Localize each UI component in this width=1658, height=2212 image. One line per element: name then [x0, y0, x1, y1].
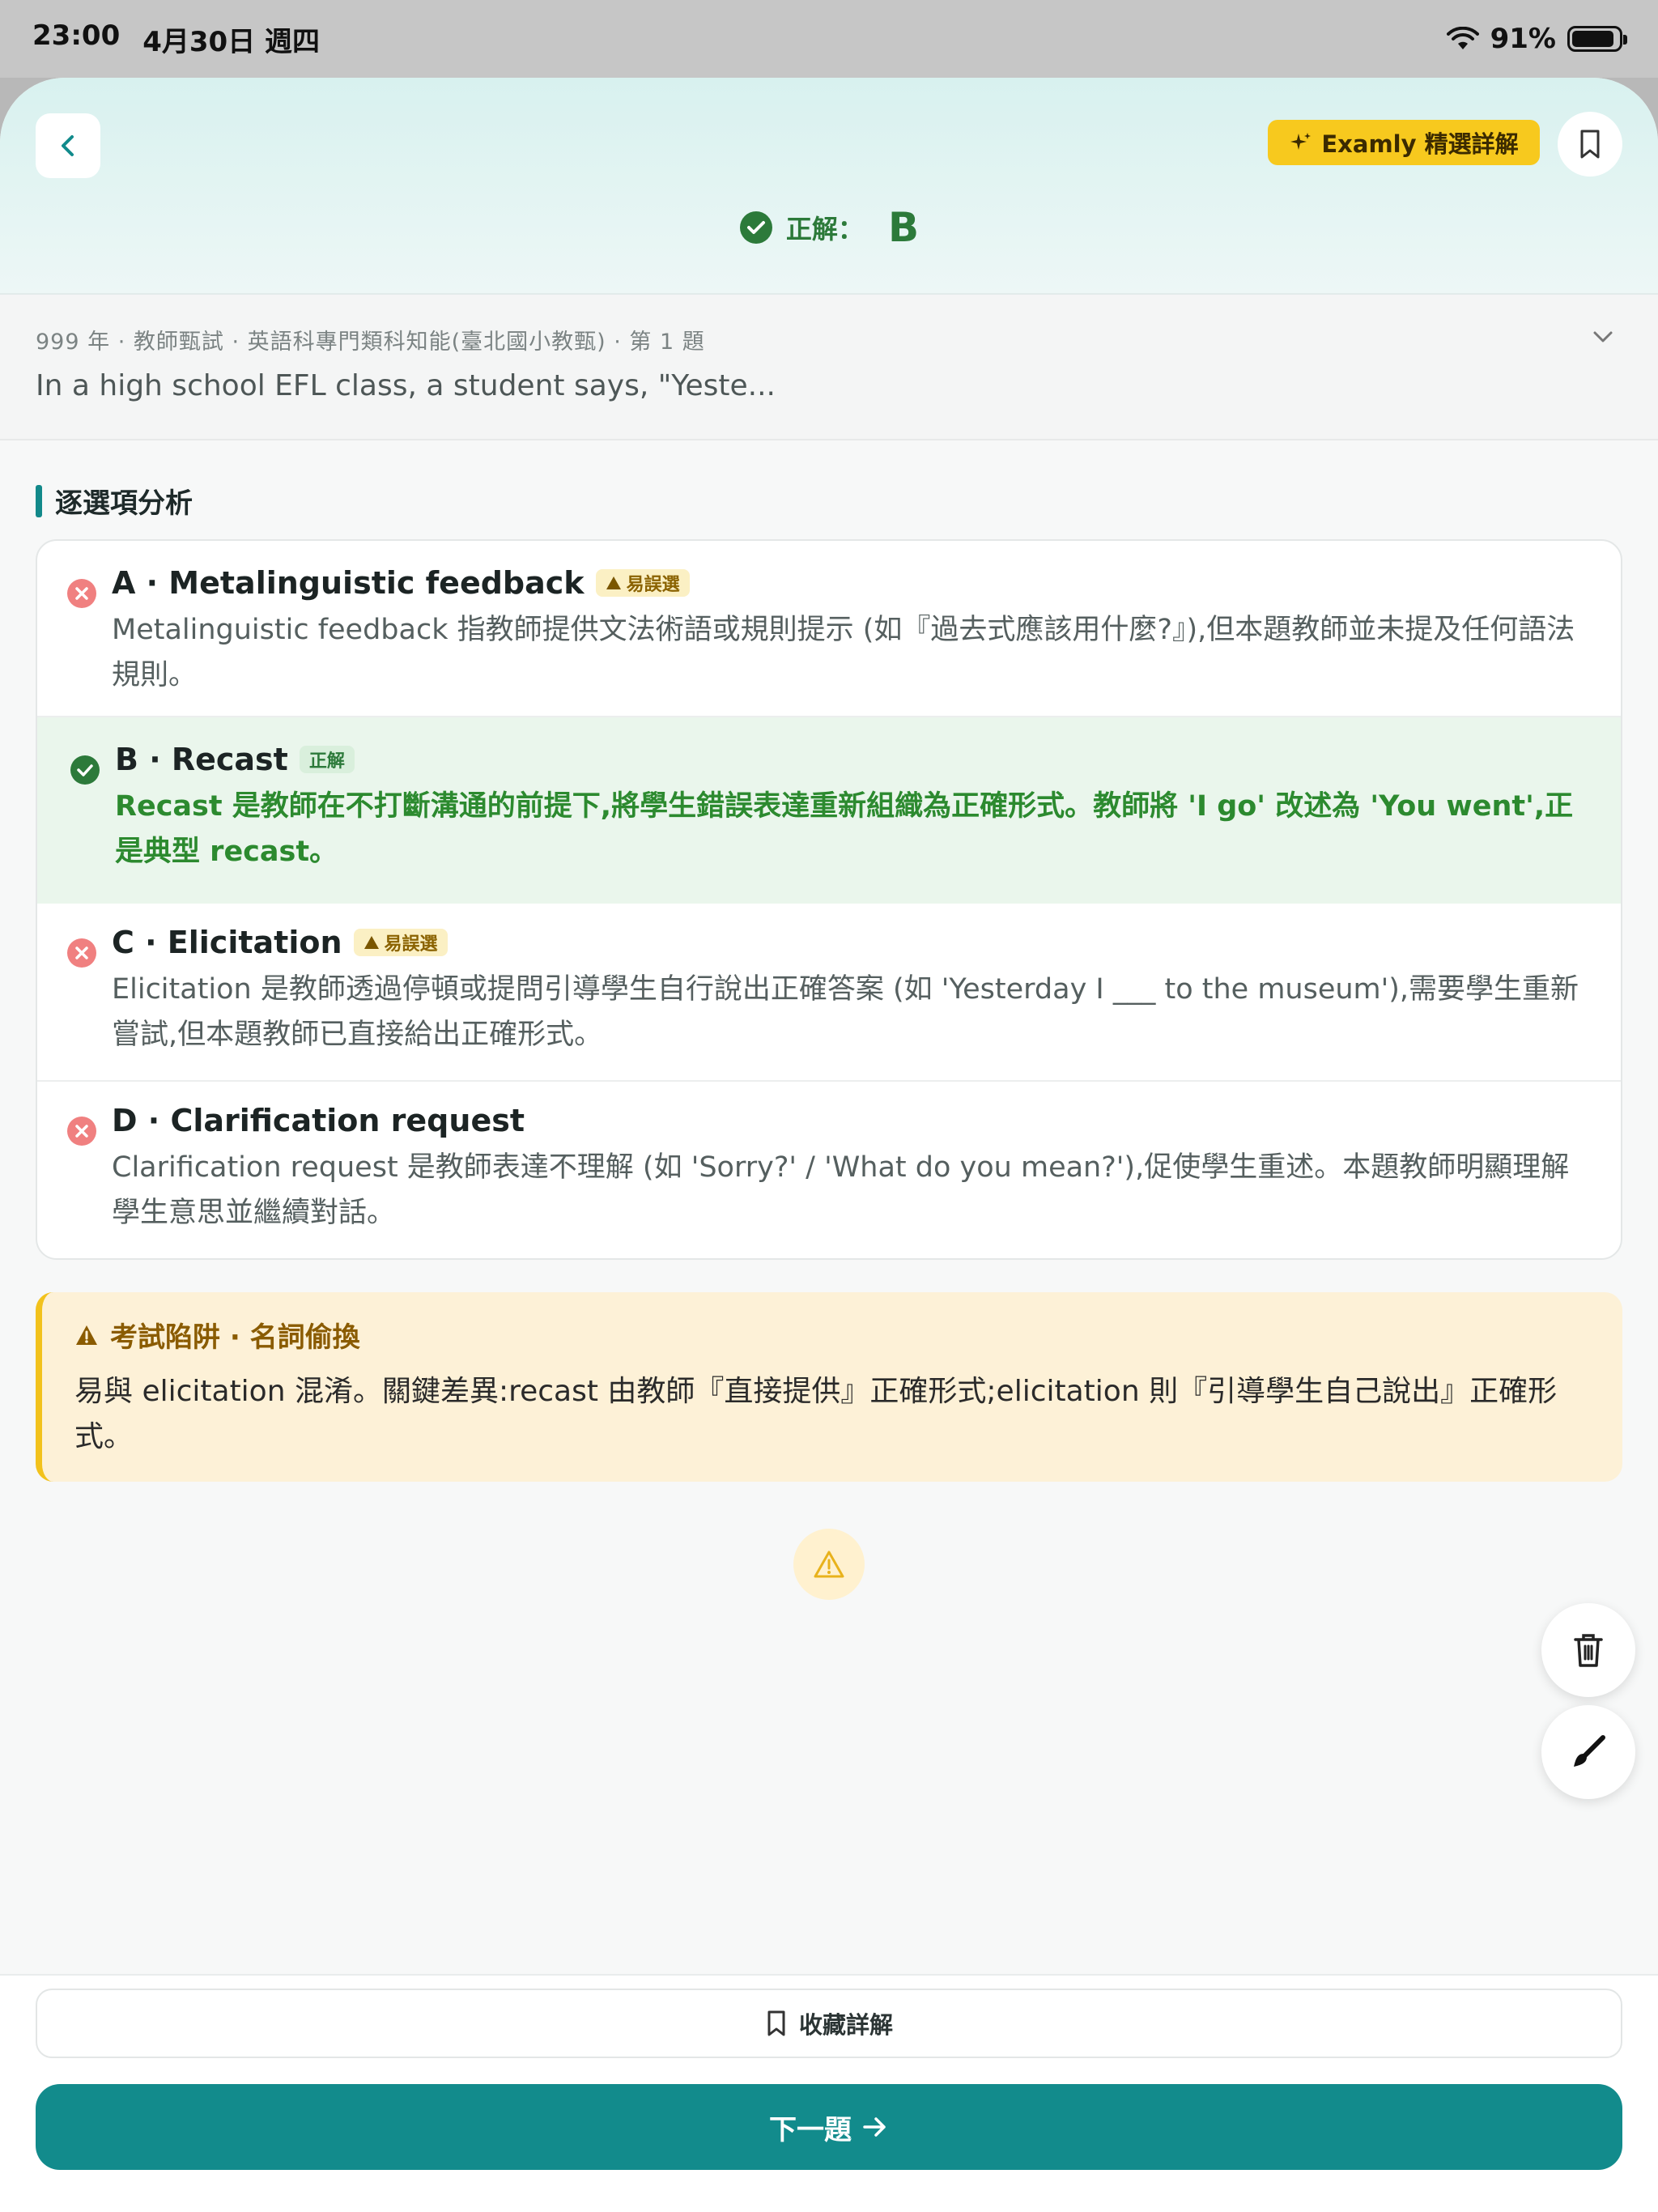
trap-body: 易與 elicitation 混淆。關鍵差異:recast 由教師『直接提供』正… — [74, 1375, 1558, 1453]
arrow-right-icon — [863, 2117, 886, 2137]
options-list: A · Metalinguistic feedback 易誤選 Metaling… — [36, 539, 1622, 1260]
warning-icon — [814, 1551, 844, 1578]
delete-button[interactable] — [1541, 1603, 1635, 1697]
explanation-sheet: Examly 精選詳解 正解： B 999 年 · 教師甄試 · 英語科專門類科… — [0, 78, 1658, 2212]
divider — [37, 1080, 1621, 1082]
back-button[interactable] — [36, 113, 100, 178]
option-d: D · Clarification request Clarification … — [37, 1103, 1621, 1236]
option-c-body: Elicitation 是教師透過停頓或提問引導學生自行說出正確答案 (如 'Y… — [112, 973, 1579, 1051]
option-c: C · Elicitation 易誤選 Elicitation 是教師透過停頓或… — [37, 925, 1621, 1057]
option-b-title: B · Recast — [115, 742, 288, 777]
bookmark-icon — [767, 2010, 785, 2036]
question-meta: 999 年 · 教師甄試 · 英語科專門類科知能(臺北國小教甄) · 第 1 題 — [36, 330, 705, 355]
exam-trap-callout: 考試陷阱 · 名詞偷換 易與 elicitation 混淆。關鍵差異:recas… — [36, 1292, 1622, 1482]
header: Examly 精選詳解 正解： B — [0, 78, 1658, 295]
chevron-left-icon — [62, 135, 74, 156]
sparkle-icon — [1290, 133, 1312, 150]
bottom-bar: 收藏詳解 下一題 — [0, 1974, 1658, 2212]
analysis-title: 逐選項分析 — [36, 481, 193, 521]
battery-percent: 91% — [1490, 23, 1556, 55]
option-a: A · Metalinguistic feedback 易誤選 Metaling… — [37, 565, 1621, 698]
warning-icon — [363, 936, 379, 949]
trash-icon — [1574, 1634, 1603, 1667]
examly-label: Examly 精選詳解 — [1321, 130, 1519, 158]
option-a-body: Metalinguistic feedback 指教師提供文法術語或規則提示 (… — [112, 614, 1575, 691]
chevron-down-icon[interactable] — [1590, 324, 1616, 350]
error-prone-badge: 易誤選 — [353, 929, 448, 956]
wifi-icon — [1446, 27, 1479, 49]
option-b-body: Recast 是教師在不打斷溝通的前提下,將學生錯誤表達重新組織為正確形式。教師… — [115, 790, 1574, 868]
correct-answer: 正解： B — [0, 199, 1658, 256]
answer-label: 正解： — [785, 214, 864, 245]
x-circle-icon — [67, 579, 96, 608]
error-prone-badge: 易誤選 — [595, 569, 690, 597]
x-circle-icon — [67, 938, 96, 968]
annotate-button[interactable] — [1541, 1705, 1635, 1799]
question-summary[interactable]: 999 年 · 教師甄試 · 英語科專門類科知能(臺北國小教甄) · 第 1 題… — [0, 295, 1658, 440]
examly-explanation-button[interactable]: Examly 精選詳解 — [1268, 120, 1540, 165]
battery-icon — [1567, 26, 1627, 52]
option-d-body: Clarification request 是教師表達不理解 (如 'Sorry… — [112, 1151, 1570, 1229]
option-d-title: D · Clarification request — [112, 1103, 525, 1138]
option-b: B · Recast 正解 Recast 是教師在不打斷溝通的前提下,將學生錯誤… — [37, 717, 1621, 904]
correct-badge: 正解 — [299, 746, 355, 773]
x-circle-icon — [67, 1117, 96, 1146]
save-explanation-button[interactable]: 收藏詳解 — [36, 1989, 1622, 2058]
check-circle-icon — [739, 211, 772, 244]
save-label: 收藏詳解 — [798, 2011, 893, 2039]
report-issue-button[interactable] — [793, 1529, 865, 1600]
check-circle-icon — [70, 755, 100, 785]
next-question-button[interactable]: 下一題 — [36, 2084, 1622, 2170]
next-label: 下一題 — [769, 2113, 852, 2146]
answer-value: B — [887, 204, 920, 251]
question-text: In a high school EFL class, a student sa… — [36, 369, 776, 402]
option-c-title: C · Elicitation — [112, 925, 342, 960]
bookmark-button[interactable] — [1558, 112, 1622, 177]
brush-icon — [1574, 1735, 1605, 1767]
option-a-title: A · Metalinguistic feedback — [112, 565, 585, 601]
status-date: 4月30日 週四 — [142, 25, 321, 58]
analysis-title-text: 逐選項分析 — [55, 487, 193, 520]
bookmark-icon — [1580, 130, 1600, 159]
status-bar: 23:00 4月30日 週四 91% — [0, 0, 1658, 78]
warning-icon — [76, 1325, 97, 1345]
title-accent-bar — [36, 484, 42, 517]
trap-title: 考試陷阱 · 名詞偷換 — [110, 1321, 360, 1354]
warning-icon — [606, 576, 621, 589]
status-time: 23:00 — [32, 19, 121, 52]
